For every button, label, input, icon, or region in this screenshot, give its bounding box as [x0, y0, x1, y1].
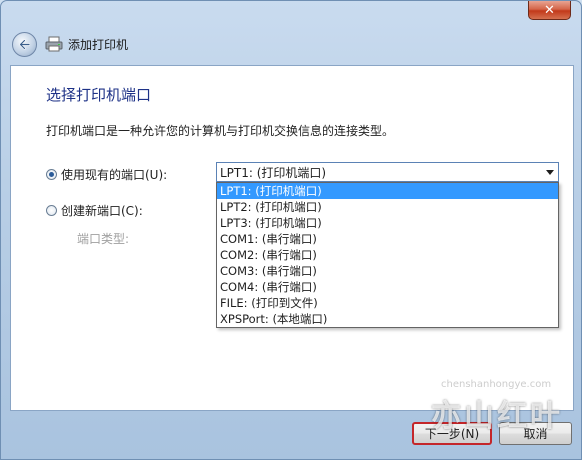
dropdown-item[interactable]: LPT2: (打印机端口)	[217, 199, 558, 215]
printer-icon	[45, 36, 63, 52]
dropdown-item[interactable]: COM2: (串行端口)	[217, 247, 558, 263]
dropdown-item[interactable]: XPSPort: (本地端口)	[217, 311, 558, 327]
wizard-content: 选择打印机端口 打印机端口是一种允许您的计算机与打印机交换信息的连接类型。 使用…	[10, 65, 574, 411]
close-button[interactable]: ✕	[528, 1, 571, 20]
watermark-logo: 亦山红叶	[431, 399, 563, 434]
navigation-bar: 添加打印机	[2, 23, 582, 65]
port-type-label: 端口类型:	[77, 232, 130, 246]
close-icon: ✕	[544, 2, 555, 18]
page-description: 打印机端口是一种允许您的计算机与打印机交换信息的连接类型。	[46, 124, 395, 138]
dropdown-item[interactable]: COM1: (串行端口)	[217, 231, 558, 247]
create-new-port-label: 创建新端口(C):	[61, 204, 143, 218]
window-frame: ✕ 添加打印机 选择打印机端口 打印机端口是一种允许您的计算机与打印机交换信息的…	[0, 0, 582, 460]
dropdown-item[interactable]: COM3: (串行端口)	[217, 263, 558, 279]
port-select[interactable]: LPT1: (打印机端口)	[216, 162, 559, 182]
dropdown-item[interactable]: FILE: (打印到文件)	[217, 295, 558, 311]
back-button[interactable]	[12, 31, 37, 57]
page-title: 选择打印机端口	[46, 86, 152, 104]
use-existing-port-option[interactable]: 使用现有的端口(U):	[46, 166, 167, 183]
port-select-value: LPT1: (打印机端口)	[220, 165, 327, 180]
create-new-port-option[interactable]: 创建新端口(C):	[46, 202, 143, 219]
dropdown-item[interactable]: LPT1: (打印机端口)	[217, 183, 558, 199]
dropdown-item[interactable]: LPT3: (打印机端口)	[217, 215, 558, 231]
use-existing-port-radio[interactable]	[46, 169, 57, 180]
chevron-down-icon	[545, 169, 554, 175]
port-dropdown-list: LPT1: (打印机端口) LPT2: (打印机端口) LPT3: (打印机端口…	[216, 182, 559, 328]
use-existing-port-label: 使用现有的端口(U):	[61, 168, 168, 182]
dropdown-item[interactable]: COM4: (串行端口)	[217, 279, 558, 295]
window-title: 添加打印机	[68, 37, 129, 52]
watermark-url: chenshanhongye.com	[441, 379, 552, 390]
create-new-port-radio[interactable]	[46, 205, 57, 216]
port-select-arrow[interactable]	[541, 163, 558, 181]
back-arrow-icon	[19, 38, 31, 50]
